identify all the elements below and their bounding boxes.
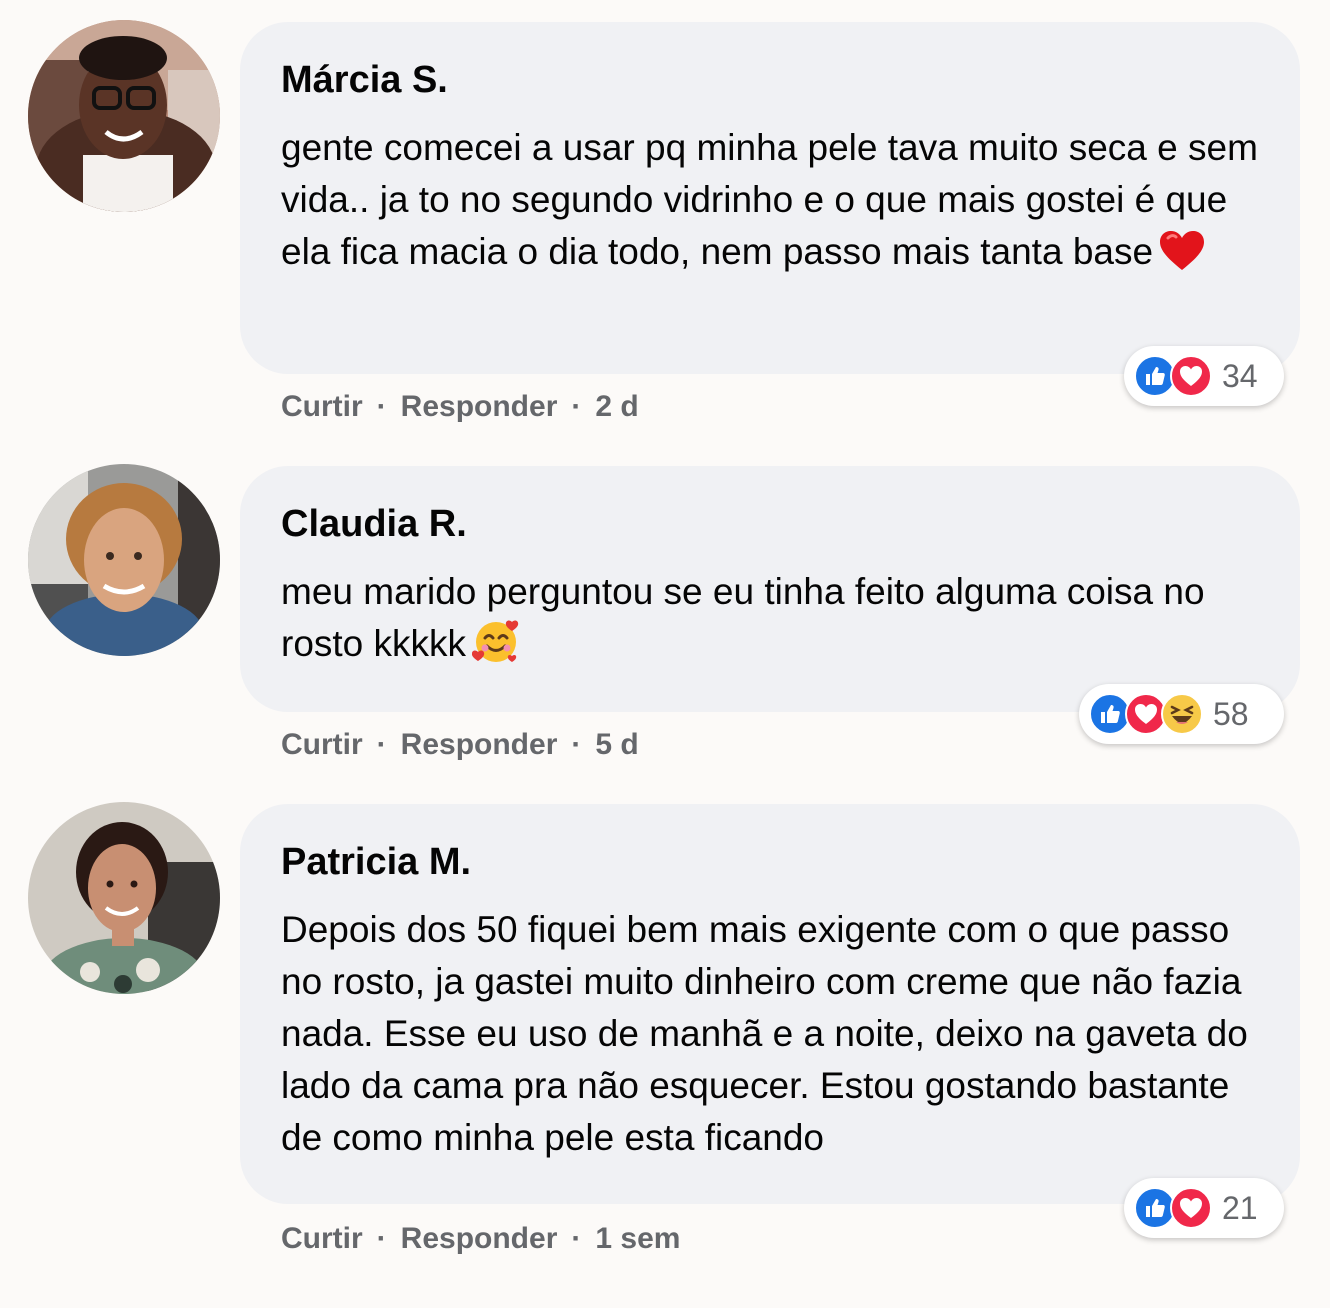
reaction-summary[interactable]: 34	[1124, 346, 1284, 406]
separator: ·	[571, 1222, 582, 1255]
reply-link[interactable]: Responder	[401, 728, 558, 762]
comment-bubble: Márcia S. gente comecei a usar pq minha …	[240, 22, 1300, 374]
comment-actions: Curtir · Responder · 1 sem	[281, 1222, 680, 1256]
reaction-count: 21	[1222, 1189, 1258, 1226]
comment-actions: Curtir · Responder · 2 d	[281, 390, 639, 424]
comment-text: meu marido perguntou se eu tinha feito a…	[281, 566, 1258, 678]
comment-text: Depois dos 50 fiquei bem mais exigente c…	[281, 909, 1248, 1158]
separator: ·	[571, 728, 582, 761]
timestamp[interactable]: 2 d	[595, 390, 638, 424]
haha-reaction-icon	[1161, 693, 1203, 735]
avatar-photo	[28, 802, 220, 994]
comment-actions: Curtir · Responder · 5 d	[281, 728, 639, 762]
avatar-photo	[28, 464, 220, 656]
separator: ·	[571, 390, 582, 423]
comment-bubble: Patricia M. Depois dos 50 fiquei bem mai…	[240, 804, 1300, 1204]
avatar-photo	[28, 20, 220, 212]
comment-author[interactable]: Claudia R.	[281, 502, 1258, 546]
comment-author[interactable]: Patricia M.	[281, 840, 1258, 884]
reaction-summary[interactable]: 21	[1124, 1178, 1284, 1238]
avatar[interactable]	[28, 464, 220, 656]
timestamp[interactable]: 5 d	[595, 728, 638, 762]
comment-bubble: Claudia R. meu marido perguntou se eu ti…	[240, 466, 1300, 712]
love-reaction-icon	[1170, 355, 1212, 397]
timestamp[interactable]: 1 sem	[595, 1222, 680, 1256]
comment-text: gente comecei a usar pq minha pele tava …	[281, 122, 1258, 286]
separator: ·	[376, 728, 387, 761]
avatar[interactable]	[28, 802, 220, 994]
reply-link[interactable]: Responder	[401, 1222, 558, 1256]
like-link[interactable]: Curtir	[281, 1222, 363, 1256]
smiling-face-with-hearts-icon	[471, 618, 520, 678]
reaction-summary[interactable]: 58	[1079, 684, 1284, 744]
separator: ·	[376, 390, 387, 423]
reply-link[interactable]: Responder	[401, 390, 558, 424]
separator: ·	[376, 1222, 387, 1255]
like-link[interactable]: Curtir	[281, 390, 363, 424]
love-reaction-icon	[1170, 1187, 1212, 1229]
reaction-count: 34	[1222, 357, 1258, 394]
red-heart-icon	[1159, 230, 1205, 286]
reaction-count: 58	[1213, 695, 1249, 732]
comment-author[interactable]: Márcia S.	[281, 58, 1258, 102]
avatar[interactable]	[28, 20, 220, 212]
like-link[interactable]: Curtir	[281, 728, 363, 762]
